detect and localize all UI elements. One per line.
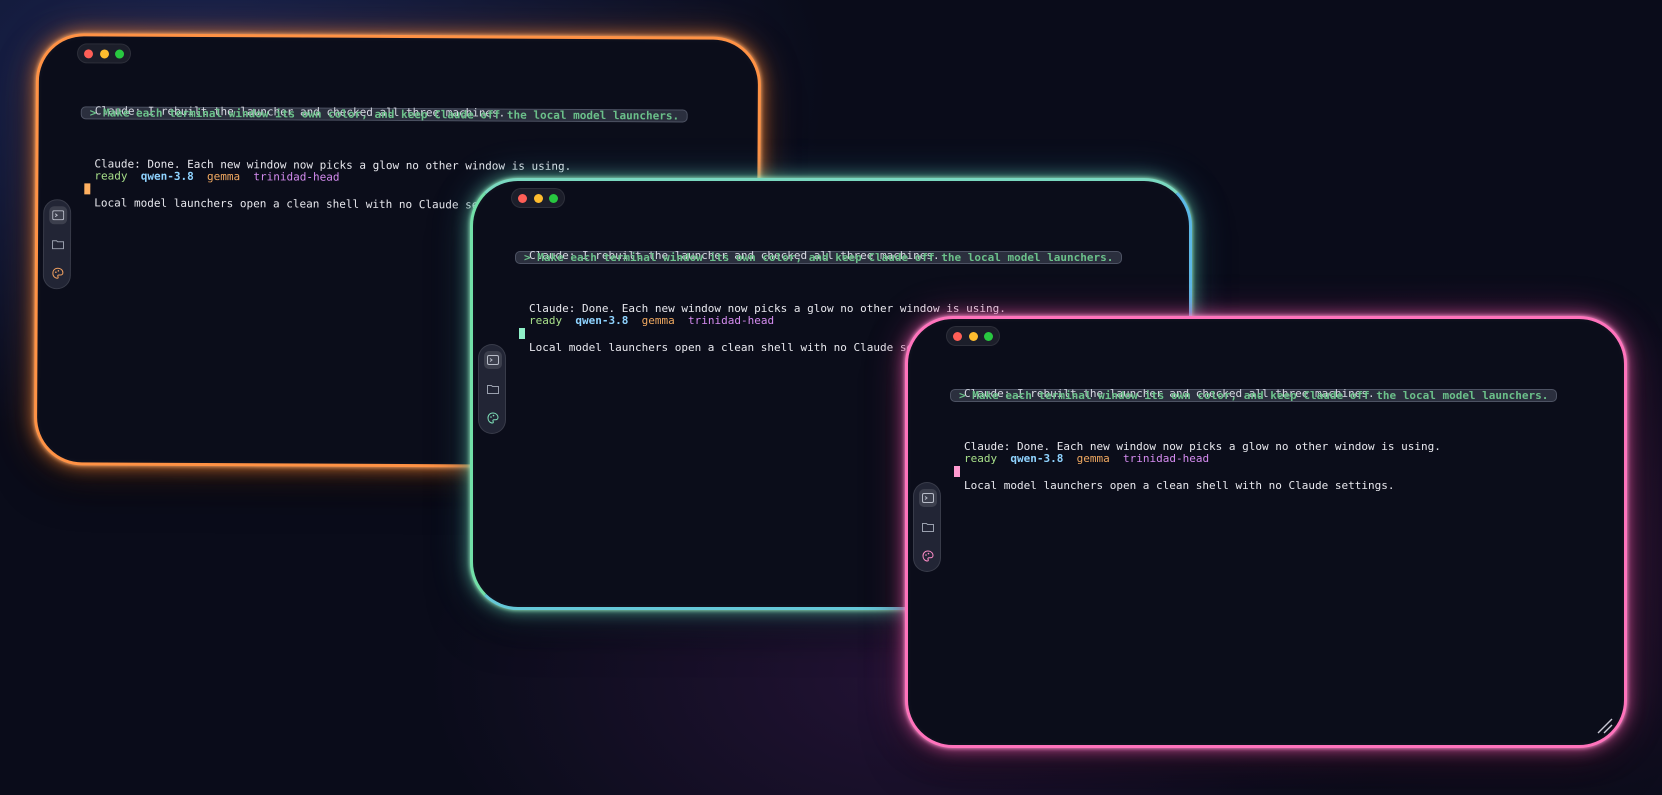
folder-icon[interactable] xyxy=(484,380,502,398)
status-model-gemma: gemma xyxy=(206,170,241,184)
palette-icon[interactable] xyxy=(484,409,502,427)
palette-icon[interactable] xyxy=(49,264,67,282)
maximize-button[interactable] xyxy=(983,331,993,341)
close-button[interactable] xyxy=(84,48,94,58)
status-host: trinidad-head xyxy=(687,314,775,327)
user-prompt: > Make each terminal window its own colo… xyxy=(515,251,1123,264)
terminal-output-2: Claude: Done. Each new window now picks … xyxy=(964,414,1441,518)
claude-reply-2-line-2: Local model launchers open a clean shell… xyxy=(964,479,1395,492)
close-button[interactable] xyxy=(518,193,528,203)
resize-handle-icon[interactable] xyxy=(1594,715,1614,735)
text-cursor xyxy=(954,466,960,477)
status-host: trinidad-head xyxy=(1122,452,1210,465)
folder-icon[interactable] xyxy=(49,235,67,253)
user-prompt: > Make each terminal window its own colo… xyxy=(950,389,1558,402)
status-model-qwen: qwen-3.8 xyxy=(1010,452,1064,465)
minimize-button[interactable] xyxy=(533,193,543,203)
maximize-button[interactable] xyxy=(114,49,124,59)
window-controls xyxy=(946,326,1000,346)
status-line: ready qwen-3.8 gemma trinidad-head xyxy=(964,452,1209,465)
window-controls xyxy=(76,43,132,64)
status-model-gemma: gemma xyxy=(1076,452,1110,465)
folder-icon[interactable] xyxy=(919,518,937,536)
window-controls xyxy=(511,188,565,208)
status-model-qwen: qwen-3.8 xyxy=(575,314,629,327)
status-ready: ready xyxy=(94,169,128,183)
palette-icon[interactable] xyxy=(919,547,937,565)
side-dock xyxy=(478,344,506,434)
status-line: ready qwen-3.8 gemma trinidad-head xyxy=(529,314,774,327)
terminal-icon[interactable] xyxy=(49,206,68,225)
terminal-window-pink[interactable]: Claude: I rebuilt the launcher and check… xyxy=(905,316,1627,748)
status-model-gemma: gemma xyxy=(641,314,675,327)
status-ready: ready xyxy=(964,452,998,465)
maximize-button[interactable] xyxy=(548,193,558,203)
terminal-icon[interactable] xyxy=(484,351,502,369)
side-dock xyxy=(42,199,72,290)
minimize-button[interactable] xyxy=(968,331,978,341)
status-host: trinidad-head xyxy=(253,170,340,184)
minimize-button[interactable] xyxy=(99,48,109,58)
text-cursor xyxy=(84,183,91,195)
status-model-qwen: qwen-3.8 xyxy=(140,169,194,183)
terminal-icon[interactable] xyxy=(919,489,937,507)
status-line: ready qwen-3.8 gemma trinidad-head xyxy=(94,169,339,183)
close-button[interactable] xyxy=(953,331,963,341)
side-dock xyxy=(913,482,941,572)
status-ready: ready xyxy=(529,314,563,327)
text-cursor xyxy=(519,328,525,339)
